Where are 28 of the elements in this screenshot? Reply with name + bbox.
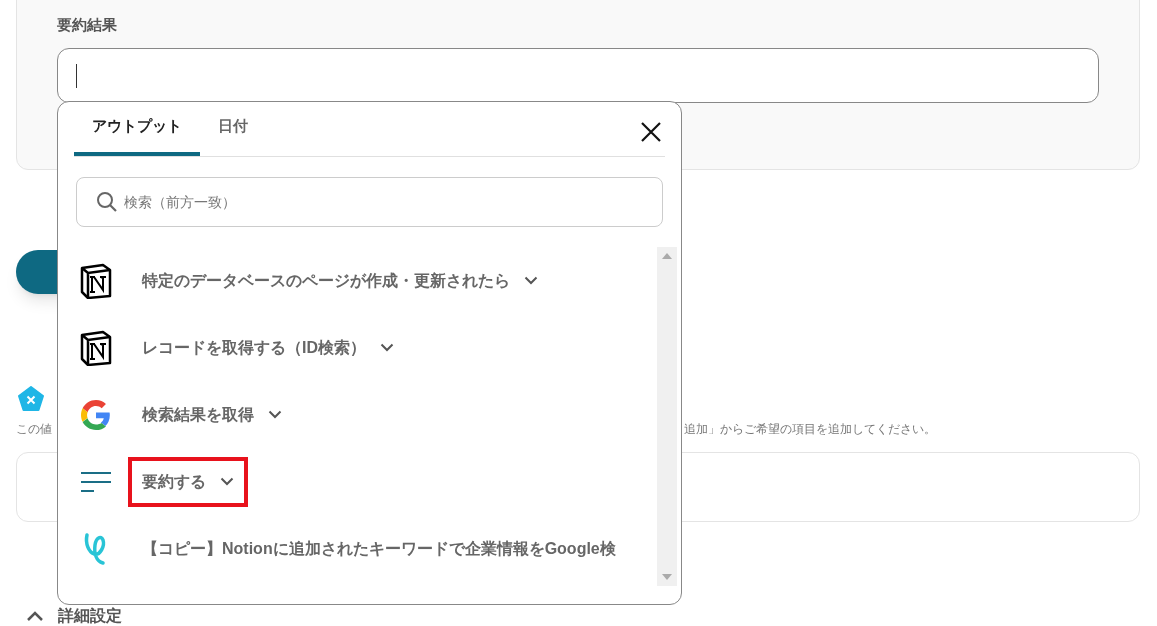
field-label: 要約結果	[57, 15, 118, 35]
output-item[interactable]: 要約する	[128, 456, 248, 507]
chevron-down-icon	[220, 477, 234, 486]
text-lines-icon	[80, 470, 112, 493]
close-button[interactable]	[639, 120, 663, 144]
scroll-down-icon[interactable]	[662, 574, 672, 580]
tab[interactable]: 日付	[200, 101, 266, 156]
output-item[interactable]: 【コピー】Notionに追加されたキーワードで企業情報をGoogle検	[128, 523, 630, 574]
chevron-down-icon	[268, 410, 282, 419]
google-logo-icon	[81, 399, 111, 430]
notion-logo-icon	[79, 329, 113, 366]
scroll-up-icon[interactable]	[662, 253, 672, 259]
notion-logo-icon	[79, 262, 113, 299]
search-icon	[96, 191, 118, 213]
helper-text: この値	[16, 421, 52, 438]
output-item[interactable]: 特定のデータベースのページが作成・更新されたら	[128, 255, 552, 306]
output-item[interactable]: レコードを取得する（ID検索）	[128, 322, 408, 373]
helper-text: 追加」からご希望の項目を追加してください。	[684, 421, 936, 438]
summary-result-field[interactable]	[57, 48, 1099, 103]
close-badge-icon	[18, 386, 44, 412]
chevron-up-icon	[26, 610, 44, 622]
chevron-down-icon	[524, 276, 538, 285]
search-field[interactable]: 検索（前方一致）	[76, 177, 663, 227]
output-item[interactable]: 検索結果を取得	[128, 389, 296, 440]
chevron-down-icon	[380, 343, 394, 352]
tab[interactable]: アウトプット	[74, 101, 200, 156]
section-title[interactable]: 詳細設定	[58, 607, 122, 625]
text-cursor	[76, 63, 77, 88]
